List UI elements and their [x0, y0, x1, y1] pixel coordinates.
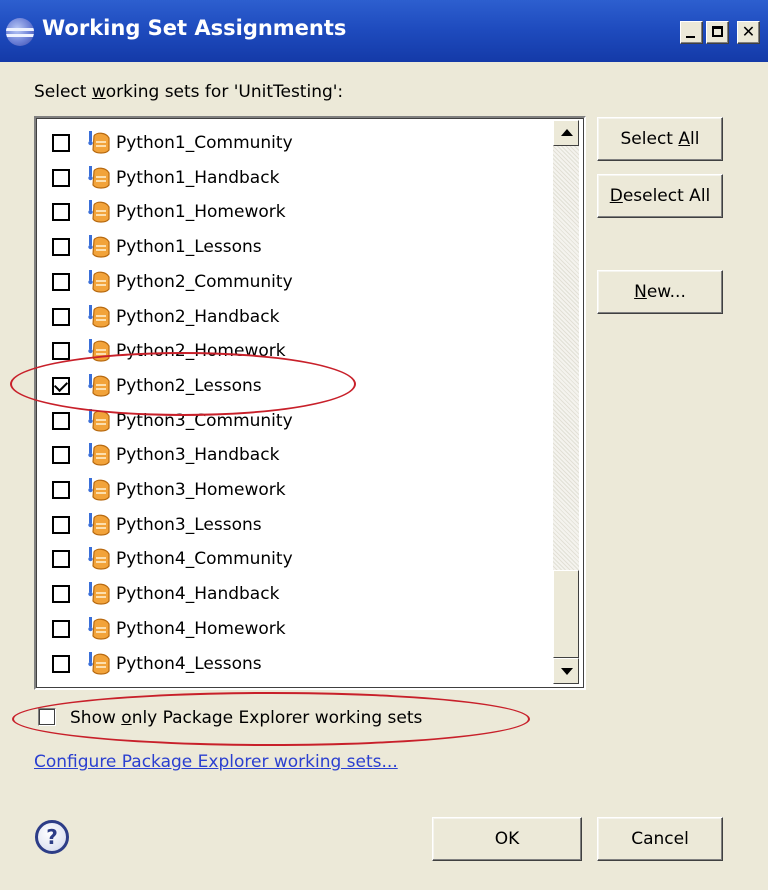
working-set-label: Python2_Handback	[116, 306, 280, 327]
working-set-checkbox[interactable]	[52, 446, 70, 465]
maximize-button[interactable]	[706, 21, 729, 44]
working-set-checkbox[interactable]	[52, 307, 70, 326]
working-set-label: Python1_Homework	[116, 202, 286, 223]
working-set-checkbox[interactable]	[52, 481, 70, 499]
working-set-checkbox[interactable]	[52, 203, 70, 222]
working-set-item[interactable]: Python3_Lessons	[52, 510, 552, 544]
working-set-icon	[86, 512, 112, 538]
title-bar[interactable]: Working Set Assignments ✕	[0, 0, 768, 62]
working-set-label: Python1_Lessons	[116, 237, 262, 258]
help-icon[interactable]: ?	[35, 820, 69, 854]
working-set-label: Python1_Handback	[116, 167, 280, 188]
working-set-icon	[86, 616, 112, 642]
working-set-label: Python2_Community	[116, 271, 293, 292]
working-set-checkbox[interactable]	[52, 550, 70, 569]
working-set-item[interactable]: Python2_Handback	[52, 302, 552, 336]
configure-working-sets-link[interactable]: Configure Package Explorer working sets.…	[34, 752, 398, 772]
working-set-checkbox[interactable]	[52, 515, 70, 534]
working-set-checkbox[interactable]	[52, 411, 70, 430]
working-set-icon	[86, 477, 112, 503]
ok-button[interactable]: OK	[432, 817, 582, 861]
working-set-checkbox[interactable]	[52, 134, 70, 152]
working-set-checkbox[interactable]	[52, 585, 70, 604]
working-set-checkbox[interactable]	[52, 619, 70, 638]
working-set-label: Python4_Homework	[116, 618, 286, 639]
working-set-item[interactable]: Python1_Community	[52, 128, 552, 162]
dialog-title: Working Set Assignments	[42, 16, 347, 40]
working-set-dialog: Working Set Assignments ✕ Select working…	[0, 0, 768, 890]
scroll-up-button[interactable]	[553, 120, 579, 146]
cancel-button[interactable]: Cancel	[597, 817, 723, 861]
working-set-item[interactable]: Python3_Homework	[52, 475, 552, 509]
working-set-item[interactable]: Python4_Community	[52, 544, 552, 578]
working-set-icon	[86, 165, 112, 191]
working-set-icon	[86, 269, 112, 295]
eclipse-app-icon	[6, 18, 34, 46]
working-set-label: Python1_Community	[116, 133, 293, 153]
working-set-item[interactable]: Python4_Homework	[52, 614, 552, 648]
working-set-item[interactable]: Python3_Handback	[52, 440, 552, 474]
working-set-label: Python4_Lessons	[116, 653, 262, 674]
working-set-checkbox[interactable]	[52, 168, 70, 187]
working-set-checkbox[interactable]	[52, 238, 70, 257]
working-set-checkbox[interactable]	[52, 272, 70, 291]
working-set-checkbox[interactable]	[52, 342, 70, 361]
working-set-icon	[86, 234, 112, 260]
arrow-down-icon	[561, 668, 573, 675]
new-working-set-button[interactable]: New...	[597, 270, 723, 314]
working-set-icon	[86, 199, 112, 225]
working-set-icon	[86, 304, 112, 330]
working-set-icon	[86, 442, 112, 468]
working-set-label: Python3_Handback	[116, 445, 280, 466]
annotation-oval-show-only	[12, 692, 530, 746]
scroll-thumb[interactable]	[553, 570, 579, 658]
minimize-button[interactable]	[680, 21, 703, 44]
working-set-label: Python4_Handback	[116, 584, 280, 605]
working-set-checkbox[interactable]	[52, 654, 70, 673]
working-set-item[interactable]: Python1_Homework	[52, 197, 552, 231]
working-set-item[interactable]: Python1_Lessons	[52, 232, 552, 266]
working-set-item[interactable]: Python1_Handback	[52, 163, 552, 197]
working-set-label: Python4_Community	[116, 549, 293, 570]
working-set-item[interactable]: Python2_Community	[52, 267, 552, 301]
working-set-label: Python3_Homework	[116, 480, 286, 500]
deselect-all-button[interactable]: Deselect All	[597, 174, 723, 218]
working-set-item[interactable]: Python4_Handback	[52, 579, 552, 613]
list-scrollbar[interactable]	[553, 120, 579, 684]
annotation-oval-checked-item	[10, 352, 356, 416]
select-all-button[interactable]: Select All	[597, 117, 723, 161]
close-icon: ✕	[741, 22, 756, 41]
arrow-up-icon	[561, 129, 573, 136]
working-set-icon	[86, 651, 112, 677]
select-prompt-label: Select working sets for 'UnitTesting':	[34, 82, 344, 102]
working-set-icon	[86, 546, 112, 572]
working-set-icon	[86, 581, 112, 607]
scroll-down-button[interactable]	[553, 658, 579, 684]
working-set-icon	[86, 130, 112, 156]
working-set-label: Python3_Lessons	[116, 514, 262, 535]
minimize-icon	[686, 36, 695, 38]
working-set-item[interactable]: Python4_Lessons	[52, 649, 552, 683]
maximize-icon	[712, 26, 723, 37]
close-button[interactable]: ✕	[737, 21, 760, 44]
